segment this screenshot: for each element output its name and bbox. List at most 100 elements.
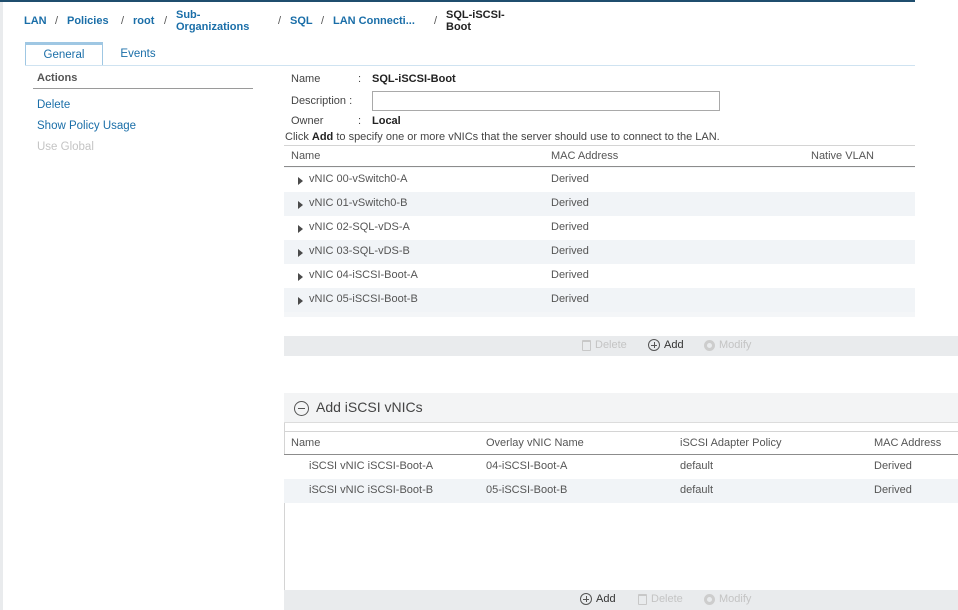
trash-icon — [582, 339, 591, 351]
name-label: Name — [291, 73, 321, 85]
iscsi-modify-label: Modify — [719, 593, 752, 605]
vnic-delete-label: Delete — [595, 339, 627, 351]
iscsi-table-toolbar: Add Delete Modify — [284, 590, 958, 610]
vnic-mac: Derived — [551, 293, 589, 305]
vnic-name: vNIC 00-vSwitch0-A — [309, 173, 408, 185]
hint-suffix: to specify one or more vNICs that the se… — [333, 131, 720, 143]
hint-add-word: Add — [311, 131, 334, 143]
vnic-table-header: Name MAC Address Native VLAN — [284, 145, 915, 167]
iscsi-mac: Derived — [874, 460, 912, 472]
vnic-mac: Derived — [551, 173, 589, 185]
breadcrumb-sql[interactable]: SQL — [290, 15, 313, 27]
iscsi-adapter-policy: default — [680, 484, 714, 496]
owner-label: Owner — [291, 115, 324, 127]
use-global-action: Use Global — [37, 141, 94, 153]
breadcrumb-sub-organizations-line2[interactable]: Organizations — [176, 22, 249, 33]
expand-arrow-icon[interactable] — [298, 249, 303, 257]
table-row[interactable]: vNIC 03-SQL-vDS-B Derived — [284, 240, 915, 264]
vnic-delete-button: Delete — [582, 339, 627, 351]
breadcrumb-policies[interactable]: Policies — [67, 15, 109, 27]
vnic-mac: Derived — [551, 197, 589, 209]
breadcrumb-separator: / — [55, 15, 59, 27]
column-header-mac-address[interactable]: MAC Address — [874, 437, 941, 449]
actions-title: Actions — [37, 72, 78, 84]
add-hint: Click Add to specify one or more vNICs t… — [285, 131, 720, 143]
table-row[interactable]: iSCSI vNIC iSCSI-Boot-B 05-iSCSI-Boot-B … — [284, 479, 958, 503]
breadcrumb-sub-organizations-line1[interactable]: Sub- — [176, 10, 200, 21]
expand-arrow-icon[interactable] — [298, 225, 303, 233]
breadcrumb-separator: / — [164, 15, 168, 27]
vnic-mac: Derived — [551, 245, 589, 257]
table-row[interactable]: vNIC 02-SQL-vDS-A Derived — [284, 216, 915, 240]
breadcrumb-current-line2: Boot — [446, 21, 472, 33]
breadcrumb-separator: / — [278, 15, 282, 27]
name-value: SQL-iSCSI-Boot — [372, 73, 456, 85]
iscsi-overlay-name: 04-iSCSI-Boot-A — [486, 460, 568, 472]
vnic-mac: Derived — [551, 221, 589, 233]
iscsi-add-label: Add — [596, 593, 616, 605]
description-input[interactable] — [372, 91, 720, 111]
delete-action[interactable]: Delete — [37, 99, 70, 111]
column-header-native-vlan[interactable]: Native VLAN — [811, 150, 874, 162]
breadcrumb-separator: / — [434, 15, 438, 27]
iscsi-delete-button: Delete — [638, 593, 683, 605]
owner-value: Local — [372, 115, 401, 127]
breadcrumb-lan[interactable]: LAN — [24, 15, 47, 27]
table-row[interactable]: vNIC 00-vSwitch0-A Derived — [284, 168, 915, 192]
breadcrumb-current-line1: SQL-iSCSI- — [446, 9, 505, 21]
iscsi-overlay-name: 05-iSCSI-Boot-B — [486, 484, 568, 496]
tab-divider — [25, 65, 915, 66]
vnic-add-button[interactable]: Add — [648, 339, 684, 351]
table-row[interactable]: iSCSI vNIC iSCSI-Boot-A 04-iSCSI-Boot-A … — [284, 455, 958, 479]
plus-circle-icon — [648, 339, 660, 351]
column-header-mac-address[interactable]: MAC Address — [551, 150, 618, 162]
iscsi-panel-title[interactable]: Add iSCSI vNICs — [316, 399, 423, 415]
breadcrumb-root[interactable]: root — [133, 15, 154, 27]
gear-icon — [704, 593, 715, 605]
hint-prefix: Click — [285, 131, 312, 143]
collapse-minus-icon[interactable] — [294, 401, 309, 416]
iscsi-vnic-name: iSCSI vNIC iSCSI-Boot-B — [309, 484, 434, 496]
name-colon: : — [358, 73, 362, 85]
vnic-modify-button: Modify — [704, 339, 751, 351]
vnic-add-label: Add — [664, 339, 684, 351]
vnic-mac: Derived — [551, 269, 589, 281]
table-row[interactable]: vNIC 04-iSCSI-Boot-A Derived — [284, 264, 915, 288]
left-strip — [0, 2, 3, 610]
vnic-name: vNIC 05-iSCSI-Boot-B — [309, 293, 418, 305]
plus-circle-icon — [580, 593, 592, 605]
iscsi-table-header: Name Overlay vNIC Name iSCSI Adapter Pol… — [284, 431, 958, 455]
table-row[interactable]: vNIC 01-vSwitch0-B Derived — [284, 192, 915, 216]
iscsi-add-button[interactable]: Add — [580, 593, 616, 605]
owner-colon: : — [358, 115, 362, 127]
iscsi-delete-label: Delete — [651, 593, 683, 605]
column-header-overlay-vnic-name[interactable]: Overlay vNIC Name — [486, 437, 584, 449]
vnic-name: vNIC 03-SQL-vDS-B — [309, 245, 410, 257]
iscsi-adapter-policy: default — [680, 460, 714, 472]
actions-divider — [33, 88, 253, 89]
vnic-name: vNIC 02-SQL-vDS-A — [309, 221, 410, 233]
trash-icon — [638, 593, 647, 605]
show-policy-usage-action[interactable]: Show Policy Usage — [37, 120, 136, 132]
column-header-name[interactable]: Name — [291, 437, 320, 449]
vnic-modify-label: Modify — [719, 339, 752, 351]
column-header-iscsi-adapter-policy[interactable]: iSCSI Adapter Policy — [680, 437, 782, 449]
tab-general[interactable]: General — [25, 42, 103, 66]
expand-arrow-icon[interactable] — [298, 273, 303, 281]
description-label: Description : — [291, 95, 353, 107]
column-header-name[interactable]: Name — [291, 150, 320, 162]
table-row[interactable]: vNIC 05-iSCSI-Boot-B Derived — [284, 288, 915, 312]
expand-arrow-icon[interactable] — [298, 177, 303, 185]
vnic-name: vNIC 01-vSwitch0-B — [309, 197, 408, 209]
iscsi-modify-button: Modify — [704, 593, 751, 605]
expand-arrow-icon[interactable] — [298, 201, 303, 209]
breadcrumb-separator: / — [121, 15, 125, 27]
iscsi-vnic-name: iSCSI vNIC iSCSI-Boot-A — [309, 460, 434, 472]
top-border — [0, 0, 915, 2]
breadcrumb-lan-connectivity[interactable]: LAN Connecti... — [333, 15, 415, 27]
vnic-name: vNIC 04-iSCSI-Boot-A — [309, 269, 418, 281]
tab-events[interactable]: Events — [108, 42, 168, 66]
iscsi-mac: Derived — [874, 484, 912, 496]
vnic-table-toolbar: Delete Add Modify — [284, 336, 958, 356]
expand-arrow-icon[interactable] — [298, 297, 303, 305]
